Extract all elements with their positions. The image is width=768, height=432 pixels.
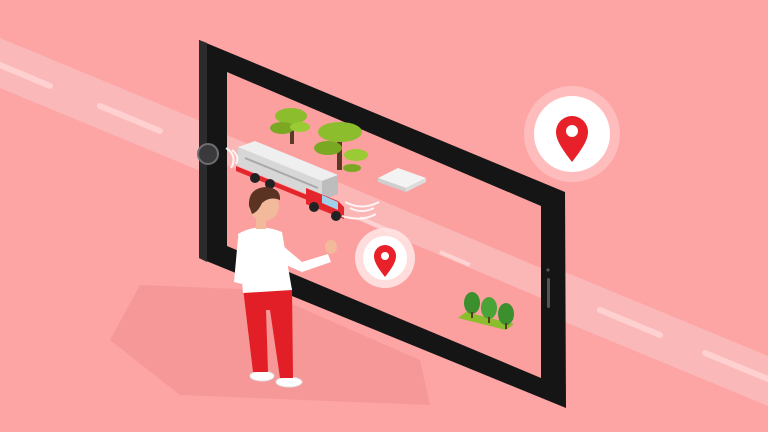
location-pin-icon[interactable] xyxy=(355,228,415,288)
shoe-left xyxy=(249,370,275,382)
ar-map-illustration xyxy=(0,0,768,432)
camera-dot xyxy=(546,268,550,272)
home-button[interactable] xyxy=(197,143,219,165)
speaker-slot xyxy=(547,278,550,308)
hand xyxy=(325,240,337,254)
shoe-right xyxy=(275,376,303,388)
location-pin-icon[interactable] xyxy=(524,86,620,182)
